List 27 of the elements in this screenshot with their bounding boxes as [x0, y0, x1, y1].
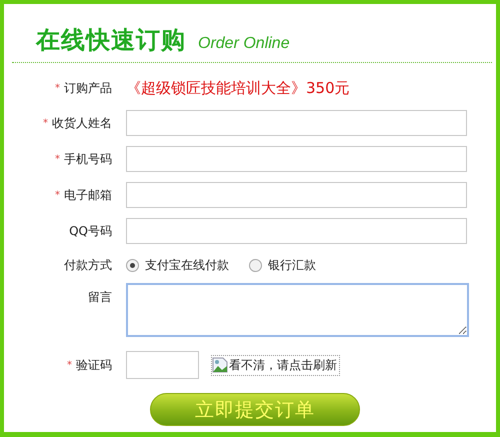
field-label: 付款方式	[64, 256, 112, 274]
radio-label: 银行汇款	[268, 256, 316, 274]
field-label: 留言	[88, 289, 112, 306]
required-mark: *	[55, 82, 60, 94]
product-name: 《超级锁匠技能培训大全》350元	[126, 79, 350, 97]
required-mark: *	[67, 360, 72, 370]
text-field[interactable]	[126, 146, 467, 172]
field-label: 订购产品	[64, 80, 112, 96]
text-field[interactable]	[126, 110, 467, 136]
radio-label: 支付宝在线付款	[145, 256, 229, 274]
radio-button[interactable]	[249, 258, 262, 272]
text-field[interactable]	[126, 218, 467, 244]
page-title: 在线快速订购	[36, 25, 186, 56]
required-mark: *	[55, 190, 60, 200]
field-label: 收货人姓名	[52, 114, 112, 132]
captcha-image[interactable]: 看不清，请点击刷新	[211, 354, 340, 376]
field-label: 电子邮箱	[64, 186, 112, 204]
required-mark: *	[55, 154, 60, 164]
required-mark: *	[43, 118, 48, 128]
field-label: QQ号码	[69, 222, 112, 240]
message-field[interactable]	[126, 283, 469, 337]
field-label: 手机号码	[64, 150, 112, 168]
text-field[interactable]	[126, 182, 467, 208]
page-subtitle: Order Online	[198, 35, 290, 53]
field-label: 验证码	[76, 356, 112, 374]
captcha-field[interactable]	[126, 351, 199, 379]
radio-button[interactable]	[126, 258, 139, 272]
